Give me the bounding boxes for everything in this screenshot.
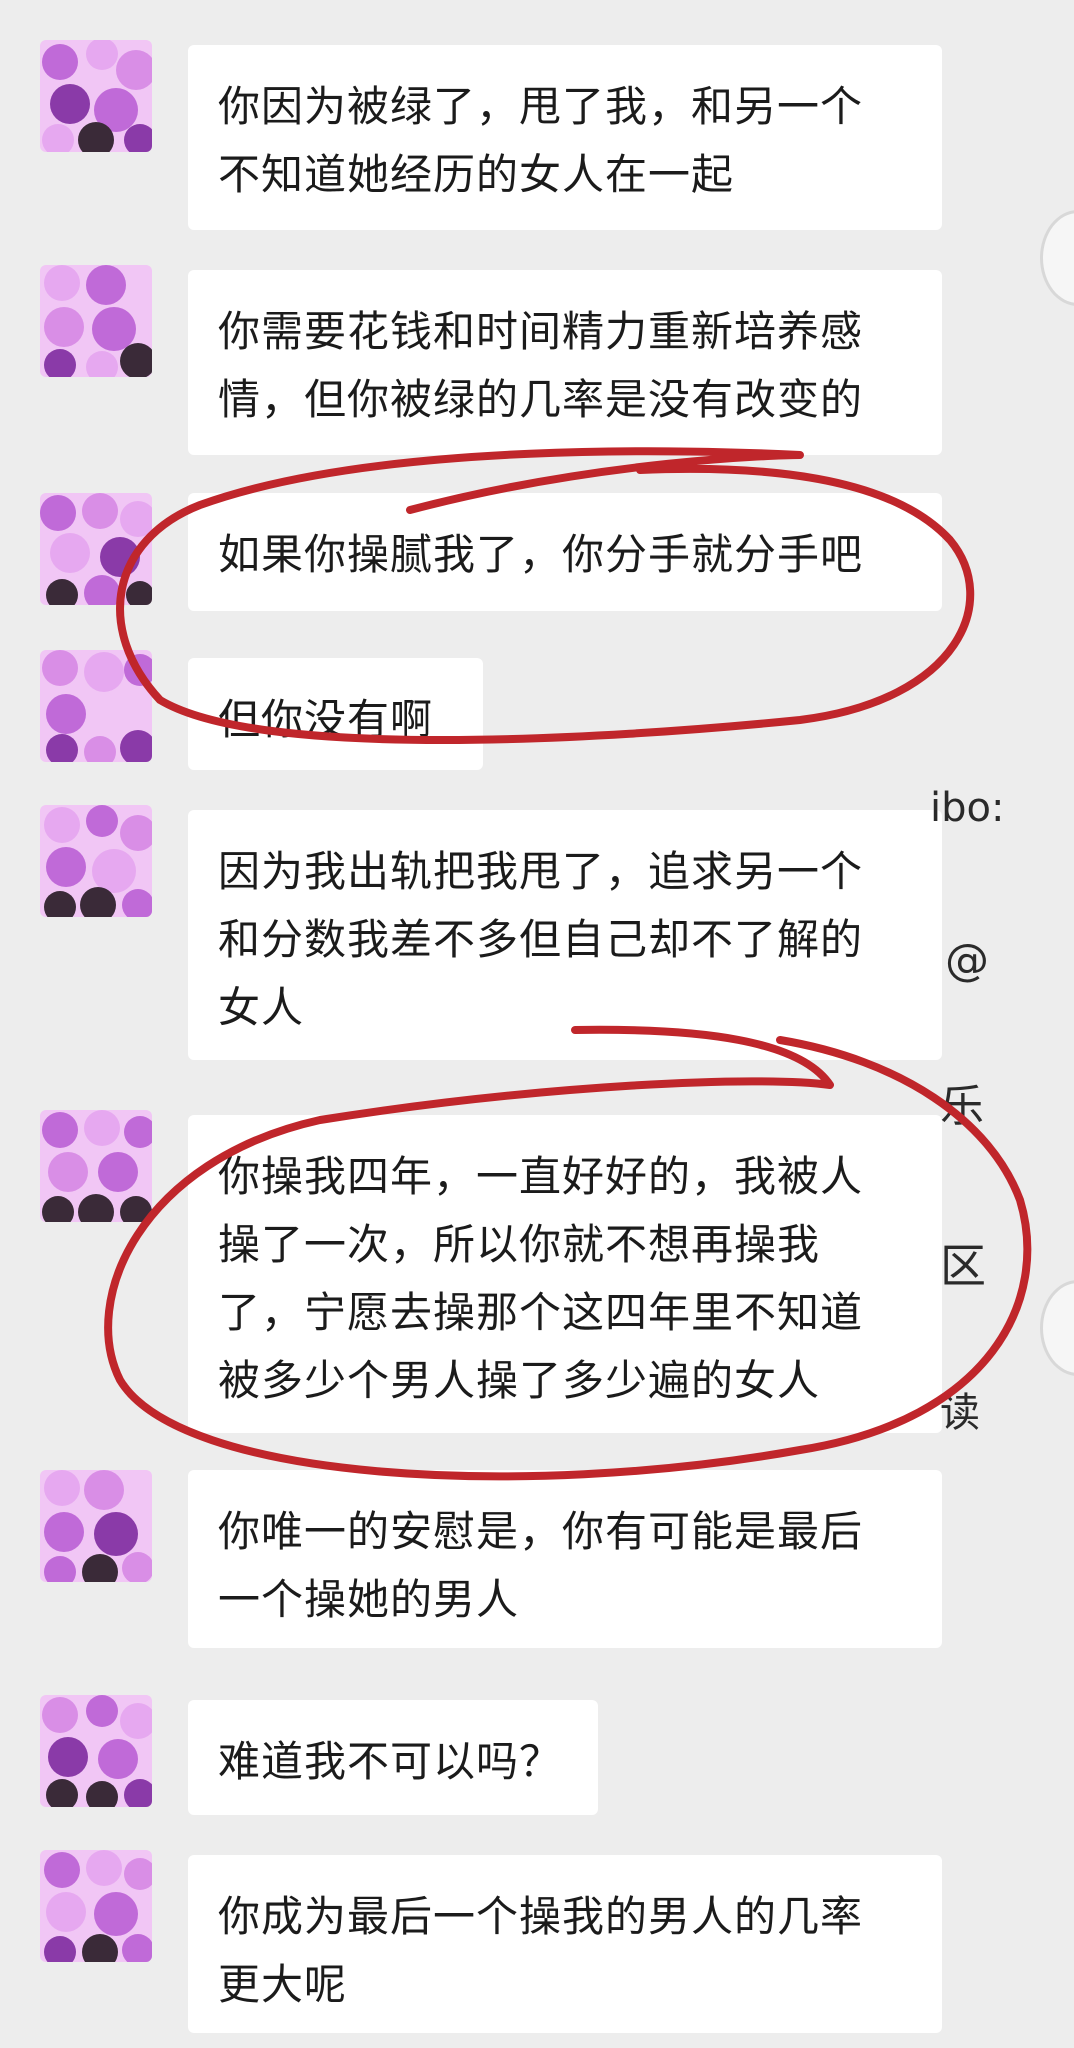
message-text: 你成为最后一个操我的男人的几率 更大呢 xyxy=(218,1892,864,2009)
mosaic-avatar-icon xyxy=(40,1695,152,1807)
chat-view: 你因为被绿了，甩了我，和另一个 不知道她经历的女人在一起 你需要花钱和时间精力重… xyxy=(0,0,1074,2048)
avatar[interactable] xyxy=(40,805,152,917)
mosaic-avatar-icon xyxy=(40,1850,152,1962)
message-bubble[interactable]: 你唯一的安慰是，你有可能是最后 一个操她的男人 xyxy=(188,1470,942,1648)
avatar[interactable] xyxy=(40,1695,152,1807)
message-bubble[interactable]: 你操我四年，一直好好的，我被人 操了一次，所以你就不想再操我 了，宁愿去操那个这… xyxy=(188,1115,942,1433)
message-bubble[interactable]: 因为我出轨把我甩了，追求另一个 和分数我差不多但自己却不了解的 女人 xyxy=(188,810,942,1060)
side-scroll-knob[interactable] xyxy=(1040,210,1074,306)
avatar[interactable] xyxy=(40,40,152,152)
avatar[interactable] xyxy=(40,265,152,377)
message-text: 你需要花钱和时间精力重新培养感 情，但你被绿的几率是没有改变的 xyxy=(218,307,864,424)
avatar[interactable] xyxy=(40,1110,152,1222)
mosaic-avatar-icon xyxy=(40,493,152,605)
message-text: 你因为被绿了，甩了我，和另一个 不知道她经历的女人在一起 xyxy=(218,82,864,199)
background-text-fragment: 乐 xyxy=(940,1081,984,1132)
message-text: 难道我不可以吗？ xyxy=(218,1737,563,1786)
background-text-fragment: ibo: xyxy=(930,785,1005,831)
background-text-fragment: 读 xyxy=(940,1390,980,1436)
mosaic-avatar-icon xyxy=(40,1110,152,1222)
mosaic-avatar-icon xyxy=(40,265,152,377)
mosaic-avatar-icon xyxy=(40,1470,152,1582)
message-text: 但你没有啊 xyxy=(218,695,434,744)
message-bubble[interactable]: 如果你操腻我了，你分手就分手吧 xyxy=(188,493,942,611)
message-bubble[interactable]: 你成为最后一个操我的男人的几率 更大呢 xyxy=(188,1855,942,2033)
mosaic-avatar-icon xyxy=(40,40,152,152)
message-text: 因为我出轨把我甩了，追求另一个 和分数我差不多但自己却不了解的 女人 xyxy=(218,847,864,1032)
avatar[interactable] xyxy=(40,493,152,605)
message-text: 你操我四年，一直好好的，我被人 操了一次，所以你就不想再操我 了，宁愿去操那个这… xyxy=(218,1152,864,1405)
side-scroll-knob[interactable] xyxy=(1040,1280,1074,1376)
background-text-fragment: 区 xyxy=(940,1239,986,1293)
avatar[interactable] xyxy=(40,650,152,762)
message-text: 你唯一的安慰是，你有可能是最后 一个操她的男人 xyxy=(218,1507,864,1624)
message-bubble[interactable]: 你需要花钱和时间精力重新培养感 情，但你被绿的几率是没有改变的 xyxy=(188,270,942,455)
message-bubble[interactable]: 难道我不可以吗？ xyxy=(188,1700,598,1815)
message-bubble[interactable]: 你因为被绿了，甩了我，和另一个 不知道她经历的女人在一起 xyxy=(188,45,942,230)
mosaic-avatar-icon xyxy=(40,805,152,917)
message-text: 如果你操腻我了，你分手就分手吧 xyxy=(218,530,864,579)
avatar[interactable] xyxy=(40,1470,152,1582)
mosaic-avatar-icon xyxy=(40,650,152,762)
message-bubble[interactable]: 但你没有啊 xyxy=(188,658,483,770)
avatar[interactable] xyxy=(40,1850,152,1962)
background-text-fragment: @ xyxy=(945,935,989,986)
